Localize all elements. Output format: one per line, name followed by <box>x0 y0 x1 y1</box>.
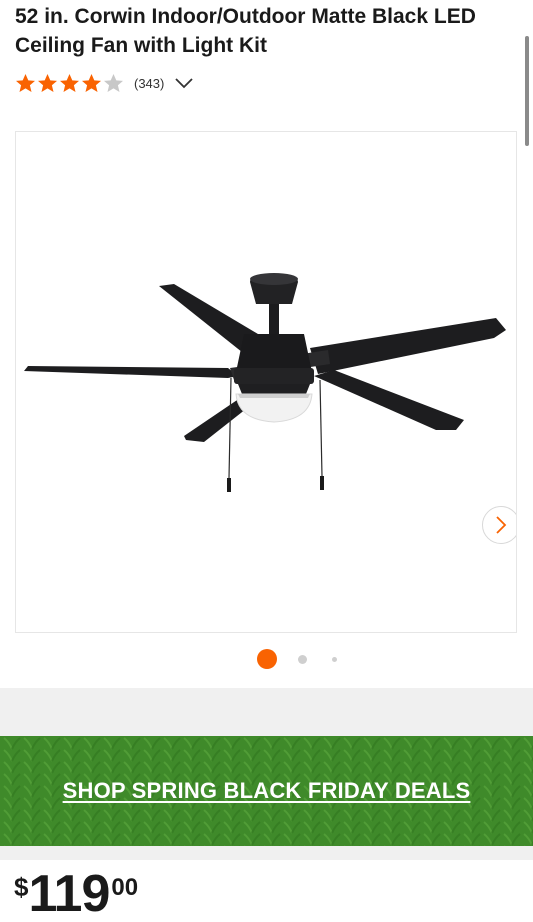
ceiling-fan-image <box>24 273 506 492</box>
carousel-pagination[interactable] <box>0 649 533 669</box>
fan-blade <box>24 366 238 378</box>
rating-row[interactable]: (343) <box>15 70 194 96</box>
section-divider <box>0 846 533 860</box>
carousel-dot-active[interactable] <box>257 649 277 669</box>
promo-banner[interactable]: SHOP SPRING BLACK FRIDAY DEALS <box>0 736 533 846</box>
star-rating <box>15 73 125 94</box>
star-filled-icon <box>16 73 35 92</box>
star-filled-icon <box>82 73 101 92</box>
fan-blade <box>314 370 464 430</box>
star-empty-icon <box>104 73 123 92</box>
star-filled-icon <box>60 73 79 92</box>
scrollbar[interactable] <box>525 36 529 146</box>
carousel-dot[interactable] <box>297 654 307 664</box>
fan-blade <box>310 318 506 374</box>
chevron-down-icon[interactable] <box>174 76 194 90</box>
promo-link[interactable]: SHOP SPRING BLACK FRIDAY DEALS <box>0 736 533 846</box>
next-image-button[interactable] <box>482 506 516 544</box>
price-dollars: 119 <box>28 865 110 922</box>
product-page: 52 in. Corwin Indoor/Outdoor Matte Black… <box>0 0 533 922</box>
chevron-right-icon <box>496 516 507 534</box>
product-title: 52 in. Corwin Indoor/Outdoor Matte Black… <box>15 5 476 57</box>
star-filled-icon <box>38 73 57 92</box>
product-price: $ 119 00 <box>14 866 138 922</box>
review-count[interactable]: (343) <box>134 76 164 91</box>
price-cents: 00 <box>111 874 139 901</box>
price-currency: $ <box>14 872 29 902</box>
carousel-dot[interactable] <box>331 656 337 662</box>
product-image-gallery[interactable] <box>15 131 517 633</box>
section-divider <box>0 688 533 736</box>
